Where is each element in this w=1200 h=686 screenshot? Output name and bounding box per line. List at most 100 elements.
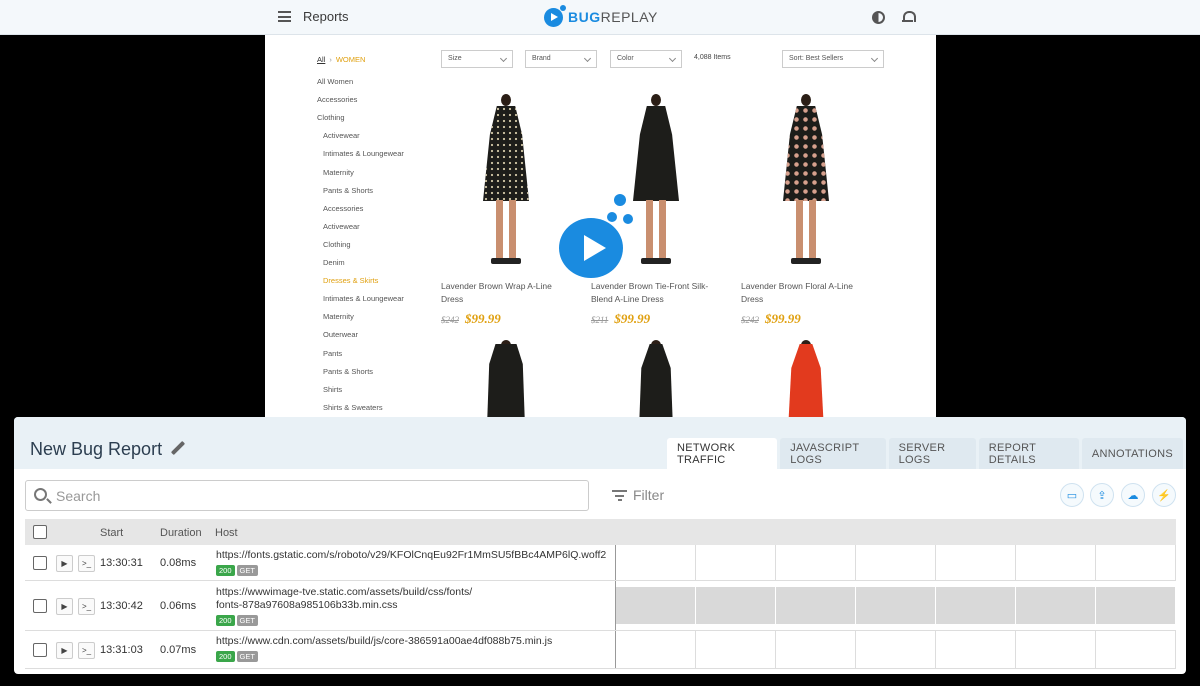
filter-button[interactable]: Filter bbox=[633, 487, 664, 503]
console-icon[interactable]: >_ bbox=[78, 555, 95, 572]
host-url-line: fonts-878a97608a985106b33b.min.css bbox=[216, 599, 616, 612]
tab-network-traffic[interactable]: NETWORK TRAFFIC bbox=[667, 438, 777, 469]
product-card[interactable]: Lavender Brown Wrap A-Line Dress $242$99… bbox=[441, 92, 571, 328]
method-badge: GET bbox=[237, 651, 258, 662]
table-header: Start Duration Host bbox=[25, 519, 1176, 545]
host-url-line: https://wwwimage-tve.static.com/assets/b… bbox=[216, 586, 616, 599]
breadcrumb-all[interactable]: All bbox=[317, 55, 325, 64]
status-badge: 200 bbox=[216, 565, 235, 576]
method-badge: GET bbox=[237, 615, 258, 626]
play-replay-button[interactable] bbox=[559, 218, 623, 278]
product-name: Lavender Brown Tie-Front Silk-Blend A-Li… bbox=[591, 280, 721, 306]
sort-select[interactable]: Sort: Best Sellers bbox=[782, 50, 884, 68]
brand-name-replay: REPLAY bbox=[601, 9, 658, 25]
search-input[interactable] bbox=[56, 481, 576, 510]
product-card[interactable]: Lavender Brown Tie-Front Silk-Blend A-Li… bbox=[591, 92, 721, 328]
color-filter[interactable]: Color bbox=[610, 50, 682, 68]
product-card[interactable]: Lavender Brown Floral A-Line Dress $242$… bbox=[741, 92, 871, 328]
product-image[interactable] bbox=[741, 340, 871, 418]
search-box bbox=[25, 480, 589, 511]
category-item[interactable]: Maternity bbox=[323, 312, 354, 321]
category-item[interactable]: Clothing bbox=[317, 113, 345, 122]
timeline-bar bbox=[615, 545, 1176, 580]
category-item[interactable]: All Women bbox=[317, 77, 353, 86]
tab-server-logs[interactable]: SERVER LOGS bbox=[889, 438, 976, 469]
breadcrumb: All›WOMEN bbox=[317, 55, 365, 64]
menu-icon[interactable] bbox=[278, 11, 291, 22]
category-item[interactable]: Shirts bbox=[323, 385, 342, 394]
column-duration[interactable]: Duration bbox=[160, 527, 202, 539]
category-item[interactable]: Intimates & Loungewear bbox=[323, 294, 404, 303]
sale-price: $99.99 bbox=[765, 311, 801, 326]
play-icon[interactable] bbox=[559, 218, 623, 278]
size-filter[interactable]: Size bbox=[441, 50, 513, 68]
cloud-upload-icon[interactable]: ☁ bbox=[1121, 483, 1145, 507]
product-name: Lavender Brown Wrap A-Line Dress bbox=[441, 280, 571, 306]
notifications-bell-icon[interactable] bbox=[902, 11, 913, 24]
category-item[interactable]: Pants & Shorts bbox=[323, 367, 373, 376]
brand-name-bug: BUG bbox=[568, 9, 601, 25]
status-badge: 200 bbox=[216, 651, 235, 662]
row-checkbox[interactable] bbox=[33, 599, 47, 613]
row-checkbox[interactable] bbox=[33, 643, 47, 657]
filter-icon[interactable] bbox=[612, 490, 627, 501]
product-image bbox=[441, 92, 571, 272]
comment-icon[interactable]: ▭ bbox=[1060, 483, 1084, 507]
select-all-checkbox[interactable] bbox=[33, 525, 47, 539]
report-tabs: NETWORK TRAFFIC JAVASCRIPT LOGS SERVER L… bbox=[667, 438, 1186, 469]
page-title: Reports bbox=[303, 9, 349, 24]
host-url[interactable]: https://fonts.gstatic.com/s/roboto/v29/K… bbox=[216, 549, 616, 577]
category-item[interactable]: Denim bbox=[323, 258, 345, 267]
bug-report-panel: New Bug Report NETWORK TRAFFIC JAVASCRIP… bbox=[14, 417, 1186, 674]
console-icon[interactable]: >_ bbox=[78, 642, 95, 659]
brand-logo: BUGREPLAY bbox=[544, 6, 658, 28]
column-host[interactable]: Host bbox=[215, 527, 238, 539]
panel-header: New Bug Report NETWORK TRAFFIC JAVASCRIP… bbox=[14, 417, 1186, 469]
host-url[interactable]: https://www.cdn.com/assets/build/js/core… bbox=[216, 635, 616, 663]
play-request-icon[interactable]: ▶ bbox=[56, 642, 73, 659]
duration: 0.06ms bbox=[160, 600, 196, 612]
column-start[interactable]: Start bbox=[100, 527, 123, 539]
breadcrumb-women[interactable]: WOMEN bbox=[336, 55, 366, 64]
play-request-icon[interactable]: ▶ bbox=[56, 598, 73, 615]
category-item[interactable]: Activewear bbox=[323, 131, 360, 140]
integration-plug-icon[interactable]: ⚡ bbox=[1152, 483, 1176, 507]
host-url-line: https://www.cdn.com/assets/build/js/core… bbox=[216, 635, 616, 648]
edit-pencil-icon[interactable] bbox=[171, 441, 185, 455]
items-count: 4,088 Items bbox=[694, 54, 731, 61]
category-item[interactable]: Pants & Shorts bbox=[323, 186, 373, 195]
host-url[interactable]: https://wwwimage-tve.static.com/assets/b… bbox=[216, 586, 616, 627]
search-icon bbox=[34, 488, 47, 501]
status-badge: 200 bbox=[216, 615, 235, 626]
play-request-icon[interactable]: ▶ bbox=[56, 555, 73, 572]
start-time: 13:30:42 bbox=[100, 600, 143, 612]
product-image bbox=[741, 92, 871, 272]
tab-javascript-logs[interactable]: JAVASCRIPT LOGS bbox=[780, 438, 885, 469]
table-row[interactable]: ▶ >_ 13:30:31 0.08ms https://fonts.gstat… bbox=[25, 545, 1176, 581]
product-image[interactable] bbox=[591, 340, 721, 418]
tab-report-details[interactable]: REPORT DETAILS bbox=[979, 438, 1079, 469]
category-item[interactable]: Shirts & Sweaters bbox=[323, 403, 383, 412]
brand-filter[interactable]: Brand bbox=[525, 50, 597, 68]
row-checkbox[interactable] bbox=[33, 556, 47, 570]
timeline-bar bbox=[615, 581, 1176, 630]
start-time: 13:31:03 bbox=[100, 644, 143, 656]
share-icon[interactable]: ⇪ bbox=[1090, 483, 1114, 507]
category-item[interactable]: Intimates & Loungewear bbox=[323, 149, 404, 158]
category-item[interactable]: Outerwear bbox=[323, 330, 358, 339]
table-row[interactable]: ▶ >_ 13:31:03 0.07ms https://www.cdn.com… bbox=[25, 631, 1176, 669]
category-item[interactable]: Maternity bbox=[323, 168, 354, 177]
category-item[interactable]: Clothing bbox=[323, 240, 351, 249]
category-item[interactable]: Dresses & Skirts bbox=[323, 276, 378, 285]
original-price: $242 bbox=[741, 315, 759, 325]
table-row[interactable]: ▶ >_ 13:30:42 0.06ms https://wwwimage-tv… bbox=[25, 581, 1176, 631]
category-item[interactable]: Activewear bbox=[323, 222, 360, 231]
product-image[interactable] bbox=[441, 340, 571, 418]
tab-annotations[interactable]: ANNOTATIONS bbox=[1082, 438, 1183, 469]
category-item[interactable]: Pants bbox=[323, 349, 342, 358]
console-icon[interactable]: >_ bbox=[78, 598, 95, 615]
theme-toggle-icon[interactable] bbox=[872, 11, 885, 24]
category-item[interactable]: Accessories bbox=[317, 95, 357, 104]
report-title: New Bug Report bbox=[30, 439, 162, 460]
category-item[interactable]: Accessories bbox=[323, 204, 363, 213]
